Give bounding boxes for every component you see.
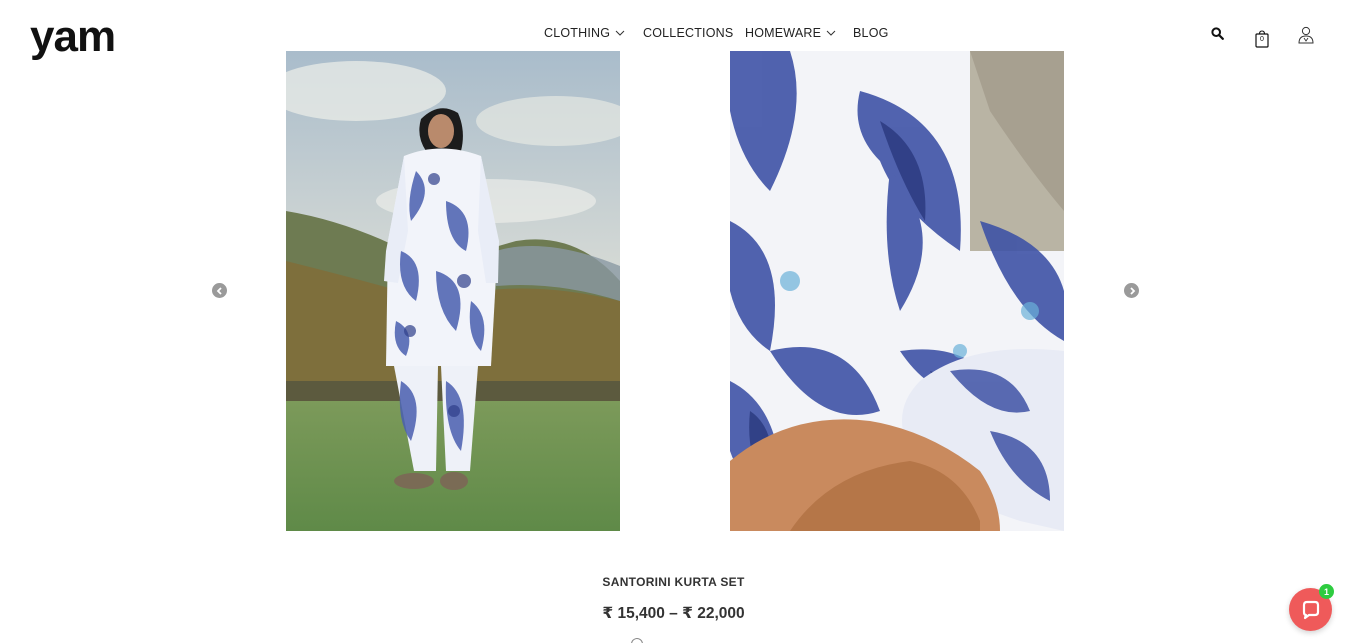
- chevron-down-icon: [826, 30, 836, 36]
- product-title: SANTORINI KURTA SET: [602, 575, 745, 589]
- chevron-down-icon: [615, 30, 625, 36]
- model-full-outfit-image[interactable]: [286, 51, 620, 531]
- search-icon[interactable]: [1211, 27, 1224, 40]
- nav-item-homeware[interactable]: HOMEWARE: [745, 26, 836, 40]
- sleeve-print-closeup-image[interactable]: [730, 51, 1064, 531]
- account-icon[interactable]: [1298, 26, 1314, 44]
- nav-item-clothing[interactable]: CLOTHING: [544, 26, 625, 40]
- nav-item-label: CLOTHING: [544, 26, 611, 40]
- cart-count: 0: [1260, 36, 1264, 43]
- main-navigation: CLOTHING COLLECTIONS HOMEWARE BLOG: [0, 26, 1347, 42]
- product-price: ₹ 15,400 – ₹ 22,000: [602, 605, 745, 622]
- nav-item-collections[interactable]: COLLECTIONS: [643, 26, 733, 40]
- chevron-left-icon: [216, 286, 222, 295]
- nav-item-label: BLOG: [853, 26, 889, 40]
- chat-bubble-icon: [1302, 600, 1319, 619]
- nav-item-blog[interactable]: BLOG: [853, 26, 889, 40]
- shopping-bag-icon[interactable]: 0: [1255, 30, 1269, 48]
- nav-item-label: HOMEWARE: [745, 26, 822, 40]
- chat-notification-badge: 1: [1319, 584, 1334, 599]
- carousel-prev-button[interactable]: [212, 283, 227, 298]
- info-icon[interactable]: [631, 638, 643, 643]
- nav-item-label: COLLECTIONS: [643, 26, 734, 40]
- carousel-next-button[interactable]: [1124, 283, 1139, 298]
- chevron-right-icon: [1129, 286, 1135, 295]
